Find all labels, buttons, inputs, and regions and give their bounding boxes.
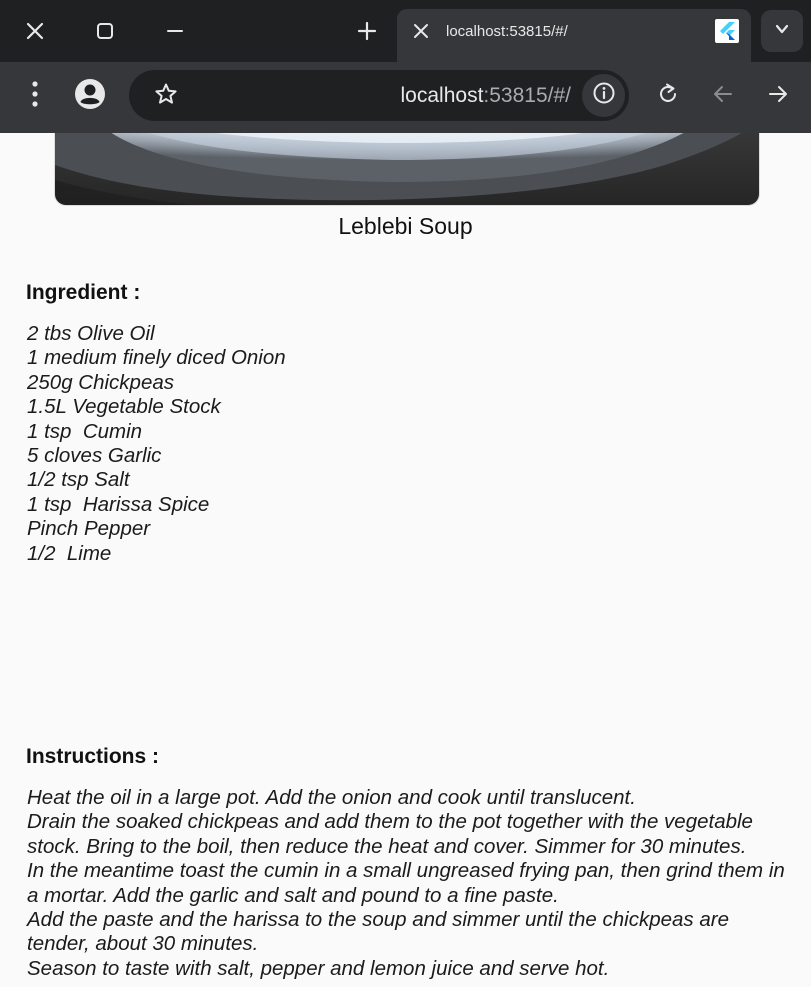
instruction-list: Heat the oil in a large pot. Add the oni… [27,786,797,981]
instruction-step: Add the paste and the harissa to the sou… [27,908,729,956]
page-content: Leblebi Soup Ingredient : 2 tbs Olive Oi… [0,133,811,987]
ingredients-heading: Ingredient : [26,281,141,304]
kebab-menu-icon [31,80,39,112]
ingredient-item: 1/2 Lime [27,541,112,565]
ingredient-item: 1 tsp Harissa Spice [27,492,210,516]
restore-icon [96,22,114,40]
browser-toolbar: localhost:53815/#/ [0,62,811,133]
ingredient-item: 250g Chickpeas [27,370,175,394]
ingredient-item: 1 medium finely diced Onion [27,346,286,370]
site-info-button[interactable] [582,74,625,117]
reload-button[interactable] [648,76,688,116]
instructions-heading: Instructions : [26,745,160,768]
chevron-down-icon [774,21,790,42]
tab-strip: localhost:53815/#/ [0,0,811,62]
minimize-icon [166,22,184,40]
profile-icon [74,78,106,115]
url-host: localhost [400,84,484,107]
ingredient-item: 1 tsp Cumin [27,419,143,443]
url-text: localhost:53815/#/ [401,84,571,108]
instruction-step: Season to taste with salt, pepper and le… [27,956,610,980]
instruction-step: Heat the oil in a large pot. Add the oni… [27,786,636,809]
window-close-button[interactable] [13,9,57,53]
star-icon [154,82,178,111]
close-icon [25,21,45,41]
tab-title: localhost:53815/#/ [446,23,568,40]
address-bar[interactable]: localhost:53815/#/ [129,70,629,121]
flutter-icon [715,19,739,43]
window-minimize-button[interactable] [153,9,197,53]
ingredient-list: 2 tbs Olive Oil 1 medium finely diced On… [27,322,286,566]
ingredient-item: Pinch Pepper [27,517,151,541]
new-tab-button[interactable] [345,9,389,53]
bookmark-button[interactable] [146,76,186,116]
instruction-step: In the meantime toast the cumin in a sma… [27,859,785,907]
recipe-title: Leblebi Soup [338,213,473,239]
ingredient-item: 1.5L Vegetable Stock [27,395,221,419]
instruction-step: Drain the soaked chickpeas and add them … [27,810,753,858]
url-path: :53815/#/ [483,84,571,107]
arrow-left-icon [711,82,735,111]
profile-button[interactable] [70,76,110,116]
recipe-image-card [54,133,760,206]
plus-icon [357,21,377,41]
ingredient-item: 2 tbs Olive Oil [27,322,155,345]
tab-close-button[interactable] [405,17,437,49]
info-icon [592,81,616,110]
arrow-right-icon [766,82,790,111]
ingredient-item: 1/2 tsp Salt [27,468,130,492]
tab-localhost[interactable]: localhost:53815/#/ [397,9,751,62]
ingredient-item: 5 cloves Garlic [27,444,162,468]
recipe-image [55,133,759,205]
menu-button[interactable] [15,76,55,116]
reload-icon [656,82,680,111]
back-button[interactable] [703,76,743,116]
forward-button[interactable] [758,76,798,116]
window-restore-button[interactable] [83,9,127,53]
tab-search-button[interactable] [761,10,803,52]
close-icon [413,23,429,44]
